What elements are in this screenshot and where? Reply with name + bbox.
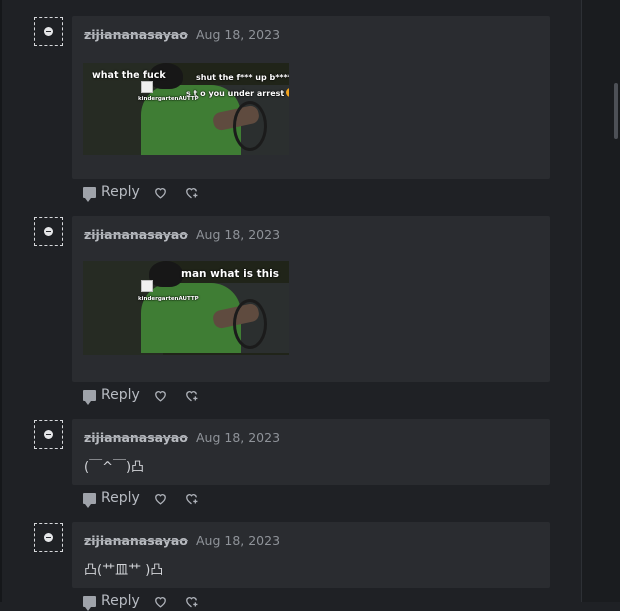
avatar[interactable] [34,420,63,449]
like-button[interactable] [153,595,184,608]
vertical-scrollbar-thumb[interactable] [614,83,618,139]
watermark-avatar-icon [141,81,153,93]
comment-text: (￣^￣)凸 [84,460,145,475]
comment-card: zijiananasayao Aug 18, 2023 what the fuc… [72,16,550,179]
meme-image[interactable]: man what is this kindergartenAUTTP [83,261,289,355]
avatar-placeholder-icon [44,227,53,236]
avatar-placeholder-icon [44,27,53,36]
reply-label: Reply [101,184,140,200]
comment-author[interactable]: zijiananasayao [84,533,188,548]
comment-card: zijiananasayao Aug 18, 2023 凸(艹皿艹 )凸 [72,522,550,588]
meme-image[interactable]: what the fuck shut the f*** up b**** s t… [83,63,289,155]
comment-actions: Reply [83,385,204,405]
meme-caption-left: what the fuck [92,70,166,81]
character-head-shape [149,261,183,287]
comment-bubble-icon [83,186,96,202]
avatar[interactable] [34,17,63,46]
like-button[interactable] [153,389,184,402]
reply-label: Reply [101,490,140,506]
comment-actions: Reply [83,182,204,202]
comment-author[interactable]: zijiananasayao [84,27,188,42]
comment-card: zijiananasayao Aug 18, 2023 (￣^￣)凸 [72,419,550,485]
comment-author[interactable]: zijiananasayao [84,430,188,445]
comment-actions: Reply [83,591,204,611]
meme-watermark: kindergartenAUTTP [138,296,199,302]
react-button[interactable] [184,492,204,505]
react-heart-plus-icon [186,390,198,401]
react-button[interactable] [184,595,204,608]
meme-caption-right-2: s t o you under arrest [186,88,289,98]
reply-label: Reply [101,593,140,609]
comment-date: Aug 18, 2023 [196,227,281,242]
angry-face-emoji-icon [286,88,289,97]
steering-wheel-shape [233,101,267,151]
react-heart-plus-icon [186,493,198,504]
comments-page: { "comments": [ { "author": "zijiananasa… [0,0,620,611]
meme-watermark: kindergartenAUTTP [138,96,199,102]
comment-author[interactable]: zijiananasayao [84,227,188,242]
like-button[interactable] [153,186,184,199]
left-border [0,0,2,602]
watermark-avatar-icon [141,280,153,292]
meme-caption-right-text: shut the f*** up b**** [196,73,289,82]
reply-button[interactable]: Reply [83,387,153,405]
react-button[interactable] [184,186,204,199]
heart-icon [155,390,166,402]
avatar[interactable] [34,523,63,552]
react-button[interactable] [184,389,204,402]
meme-caption-right-2-text: s t o you under arrest [186,89,285,98]
reply-button[interactable]: Reply [83,490,153,508]
reply-button[interactable]: Reply [83,184,153,202]
comment-bubble-icon [83,492,96,508]
comment-date: Aug 18, 2023 [196,27,281,42]
heart-icon [155,187,166,199]
heart-icon [155,596,166,608]
meme-caption-right: shut the f*** up b**** [196,72,289,82]
avatar-placeholder-icon [44,533,53,542]
react-heart-plus-icon [186,596,198,607]
comment-text: 凸(艹皿艹 )凸 [84,563,164,578]
comment-date: Aug 18, 2023 [196,430,281,445]
comment-bubble-icon [83,595,96,611]
meme-caption: man what is this [181,268,279,280]
comment-card: zijiananasayao Aug 18, 2023 man what is … [72,216,550,382]
react-heart-plus-icon [186,187,198,198]
reply-button[interactable]: Reply [83,593,153,611]
comment-actions: Reply [83,488,204,508]
heart-icon [155,493,166,505]
comment-date: Aug 18, 2023 [196,533,281,548]
steering-wheel-shape [233,299,267,349]
comment-bubble-icon [83,389,96,405]
avatar[interactable] [34,217,63,246]
like-button[interactable] [153,492,184,505]
reply-label: Reply [101,387,140,403]
avatar-placeholder-icon [44,430,53,439]
